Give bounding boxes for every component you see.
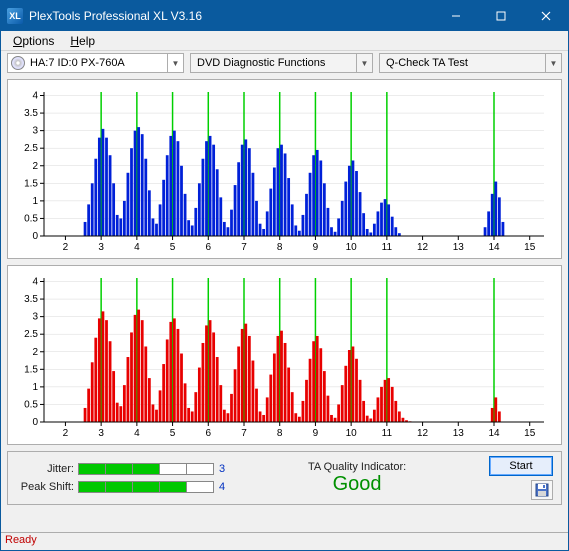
svg-text:14: 14 [488, 428, 500, 439]
segment [159, 481, 187, 493]
svg-text:13: 13 [453, 428, 465, 439]
svg-text:1: 1 [32, 196, 38, 207]
svg-text:3: 3 [32, 126, 38, 137]
segment [186, 481, 214, 493]
segment [78, 463, 106, 475]
start-button[interactable]: Start [489, 456, 553, 476]
svg-text:13: 13 [453, 242, 465, 253]
svg-text:1.5: 1.5 [24, 364, 38, 375]
segment [105, 463, 133, 475]
svg-text:4: 4 [32, 277, 38, 288]
svg-text:3: 3 [98, 428, 104, 439]
svg-text:2: 2 [63, 242, 69, 253]
device-label: HA:7 ID:0 PX-760A [28, 57, 167, 69]
metrics: Jitter: 3 Peak Shift: 4 [16, 463, 225, 493]
segment [159, 463, 187, 475]
quality-value: Good [333, 473, 382, 496]
peakshift-row: Peak Shift: 4 [16, 481, 225, 493]
save-button[interactable] [531, 480, 553, 500]
menu-options[interactable]: Options [5, 32, 62, 50]
svg-text:9: 9 [313, 242, 319, 253]
disc-icon [11, 56, 25, 70]
svg-text:2: 2 [32, 347, 38, 358]
svg-text:7: 7 [241, 242, 247, 253]
menu-help[interactable]: Help [62, 32, 103, 50]
peakshift-label: Peak Shift: [16, 481, 74, 493]
peakshift-value: 4 [219, 481, 225, 493]
svg-text:8: 8 [277, 242, 283, 253]
test-select[interactable]: Q-Check TA Test ▼ [379, 53, 562, 73]
main-area: 00.511.522.533.5423456789101112131415 00… [1, 75, 568, 532]
segment [132, 463, 160, 475]
toolbar: HA:7 ID:0 PX-760A ▼ DVD Diagnostic Funct… [1, 51, 568, 75]
svg-text:5: 5 [170, 242, 176, 253]
svg-text:3.5: 3.5 [24, 108, 38, 119]
svg-text:1: 1 [32, 382, 38, 393]
app-icon: XL [7, 8, 23, 24]
svg-text:4: 4 [32, 91, 38, 102]
chart-upper: 0 0.5 1 1.5 2 2.5 3 3.5 4 2 3 4 5 6 7 8 9 10 11 12 13 14 15 [12, 86, 552, 256]
test-label: Q-Check TA Test [386, 57, 545, 69]
segment [105, 481, 133, 493]
chevron-down-icon: ▼ [545, 54, 561, 72]
segment [78, 481, 106, 493]
svg-text:0: 0 [32, 417, 38, 428]
svg-text:3.5: 3.5 [24, 294, 38, 305]
quality-indicator: TA Quality Indicator: Good [243, 461, 471, 496]
svg-text:0.5: 0.5 [24, 399, 38, 410]
svg-text:15: 15 [524, 428, 536, 439]
svg-text:15: 15 [524, 242, 536, 253]
function-category-select[interactable]: DVD Diagnostic Functions ▼ [190, 53, 373, 73]
svg-text:3: 3 [98, 242, 104, 253]
jitter-row: Jitter: 3 [16, 463, 225, 475]
svg-text:10: 10 [346, 428, 358, 439]
peakshift-bar [78, 481, 213, 493]
svg-text:8: 8 [277, 428, 283, 439]
jitter-value: 3 [219, 463, 225, 475]
device-select[interactable]: HA:7 ID:0 PX-760A ▼ [7, 53, 184, 73]
segment [132, 481, 160, 493]
svg-text:1.5: 1.5 [24, 178, 38, 189]
svg-text:9: 9 [313, 428, 319, 439]
svg-text:11: 11 [382, 242, 393, 253]
svg-text:10: 10 [346, 242, 358, 253]
svg-text:5: 5 [170, 428, 176, 439]
chevron-down-icon: ▼ [167, 54, 183, 72]
svg-text:0.5: 0.5 [24, 213, 38, 224]
quality-label: TA Quality Indicator: [308, 461, 406, 473]
svg-text:2: 2 [32, 161, 38, 172]
window-title: PlexTools Professional XL V3.16 [29, 9, 433, 23]
segment [186, 463, 214, 475]
chart-lower-box: 0 0.5 1 1.5 2 2.5 3 3.5 4 2 3 4 5 6 7 8 9 10 11 12 13 14 15 [7, 265, 562, 445]
results-panel: Jitter: 3 Peak Shift: 4 TA Quality Indic… [7, 451, 562, 505]
chart-lower: 0 0.5 1 1.5 2 2.5 3 3.5 4 2 3 4 5 6 7 8 9 10 11 12 13 14 15 [12, 272, 552, 442]
svg-text:6: 6 [206, 242, 212, 253]
svg-text:11: 11 [382, 428, 393, 439]
svg-text:7: 7 [241, 428, 247, 439]
titlebar: XL PlexTools Professional XL V3.16 [1, 1, 568, 31]
svg-text:4: 4 [134, 428, 140, 439]
maximize-button[interactable] [478, 1, 523, 31]
close-button[interactable] [523, 1, 568, 31]
chevron-down-icon: ▼ [356, 54, 372, 72]
minimize-button[interactable] [433, 1, 478, 31]
svg-text:2.5: 2.5 [24, 329, 38, 340]
svg-text:0: 0 [32, 231, 38, 242]
status-text: Ready [5, 534, 37, 546]
svg-text:3: 3 [32, 312, 38, 323]
jitter-label: Jitter: [16, 463, 74, 475]
svg-text:2.5: 2.5 [24, 143, 38, 154]
statusbar: Ready [1, 532, 568, 550]
svg-text:12: 12 [417, 242, 429, 253]
floppy-icon [535, 483, 549, 497]
chart-upper-box: 0 0.5 1 1.5 2 2.5 3 3.5 4 2 3 4 5 6 7 8 9 10 11 12 13 14 15 [7, 79, 562, 259]
svg-text:12: 12 [417, 428, 429, 439]
svg-text:4: 4 [134, 242, 140, 253]
menubar: Options Help [1, 31, 568, 51]
function-category-label: DVD Diagnostic Functions [197, 57, 356, 69]
svg-text:2: 2 [63, 428, 69, 439]
svg-text:6: 6 [206, 428, 212, 439]
svg-text:14: 14 [488, 242, 500, 253]
jitter-bar [78, 463, 213, 475]
